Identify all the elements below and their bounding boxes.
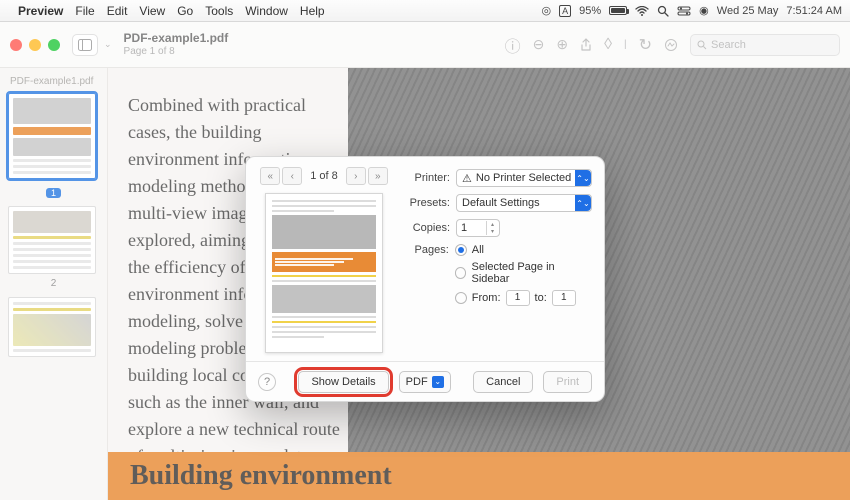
print-options: Printer: ⚠ No Printer Selected ⌃⌄ Preset… bbox=[402, 157, 604, 361]
print-button[interactable]: Print bbox=[543, 371, 592, 393]
battery-pct: 95% bbox=[579, 5, 601, 17]
menubar-date[interactable]: Wed 25 May bbox=[717, 5, 779, 17]
warning-icon: ⚠ bbox=[462, 172, 472, 185]
pdf-menu-label: PDF bbox=[406, 376, 428, 388]
to-input[interactable]: 1 bbox=[552, 290, 576, 306]
pdf-menu-button[interactable]: PDF ⌄ bbox=[399, 371, 451, 393]
printer-label: Printer: bbox=[406, 172, 450, 184]
chevron-updown-icon: ⌃⌄ bbox=[575, 170, 591, 186]
battery-icon[interactable] bbox=[609, 6, 627, 15]
pages-label: Pages: bbox=[406, 244, 449, 256]
from-label: From: bbox=[472, 292, 501, 304]
print-dialog: « ‹ 1 of 8 › » Printer: bbox=[245, 156, 605, 402]
menu-tools[interactable]: Tools bbox=[205, 4, 233, 18]
chevron-updown-icon: ⌃⌄ bbox=[575, 195, 591, 211]
siri-icon[interactable]: ◉ bbox=[699, 4, 709, 17]
pages-all-label: All bbox=[472, 244, 484, 256]
dialog-footer: ? Show Details PDF ⌄ Cancel Print bbox=[246, 361, 604, 401]
menu-help[interactable]: Help bbox=[300, 4, 325, 18]
copies-value: 1 bbox=[461, 222, 467, 234]
help-button[interactable]: ? bbox=[258, 373, 276, 391]
menu-view[interactable]: View bbox=[139, 4, 165, 18]
presets-select[interactable]: Default Settings ⌃⌄ bbox=[456, 194, 592, 212]
menu-window[interactable]: Window bbox=[245, 4, 288, 18]
pages-selected-radio[interactable] bbox=[455, 267, 467, 279]
printer-select[interactable]: ⚠ No Printer Selected ⌃⌄ bbox=[456, 169, 592, 187]
prev-page-button[interactable]: ‹ bbox=[282, 167, 302, 185]
menu-go[interactable]: Go bbox=[177, 4, 193, 18]
control-center-icon[interactable] bbox=[677, 6, 691, 16]
pages-from-radio[interactable] bbox=[455, 292, 467, 304]
print-preview-pane: « ‹ 1 of 8 › » bbox=[246, 157, 402, 361]
status-tray: ◎ A 95% ◉ Wed 25 May 7:51:24 AM bbox=[542, 4, 842, 17]
search-icon[interactable] bbox=[657, 5, 669, 17]
last-page-button[interactable]: » bbox=[368, 167, 388, 185]
pages-all-radio[interactable] bbox=[455, 244, 467, 256]
first-page-button[interactable]: « bbox=[260, 167, 280, 185]
preview-pager: « ‹ 1 of 8 › » bbox=[260, 167, 388, 185]
show-details-button[interactable]: Show Details bbox=[298, 371, 388, 393]
menubar-time[interactable]: 7:51:24 AM bbox=[786, 5, 842, 17]
copies-stepper[interactable]: ▴▾ bbox=[486, 221, 498, 235]
app-name[interactable]: Preview bbox=[18, 4, 63, 18]
from-input[interactable]: 1 bbox=[506, 290, 530, 306]
copies-input[interactable]: 1 ▴▾ bbox=[456, 219, 500, 237]
next-page-button[interactable]: › bbox=[346, 167, 366, 185]
wifi-icon[interactable] bbox=[635, 6, 649, 16]
menu-file[interactable]: File bbox=[75, 4, 94, 18]
presets-value: Default Settings bbox=[462, 197, 540, 209]
to-label: to: bbox=[535, 292, 547, 304]
focus-icon[interactable]: ◎ bbox=[542, 4, 552, 17]
presets-label: Presets: bbox=[406, 197, 450, 209]
printer-value: No Printer Selected bbox=[476, 172, 571, 184]
pager-label: 1 of 8 bbox=[304, 170, 344, 182]
pages-selected-label: Selected Page in Sidebar bbox=[471, 261, 592, 285]
preview-window: ⌄ PDF-example1.pdf Page 1 of 8 ⓘ ⊖ ⊕ ◊ |… bbox=[0, 22, 850, 500]
copies-label: Copies: bbox=[406, 222, 450, 234]
cancel-button[interactable]: Cancel bbox=[473, 371, 533, 393]
menubar: Preview File Edit View Go Tools Window H… bbox=[0, 0, 850, 22]
preview-page bbox=[265, 193, 383, 353]
menu-edit[interactable]: Edit bbox=[107, 4, 128, 18]
chevron-down-icon: ⌄ bbox=[432, 376, 444, 388]
input-indicator-icon[interactable]: A bbox=[559, 5, 571, 17]
